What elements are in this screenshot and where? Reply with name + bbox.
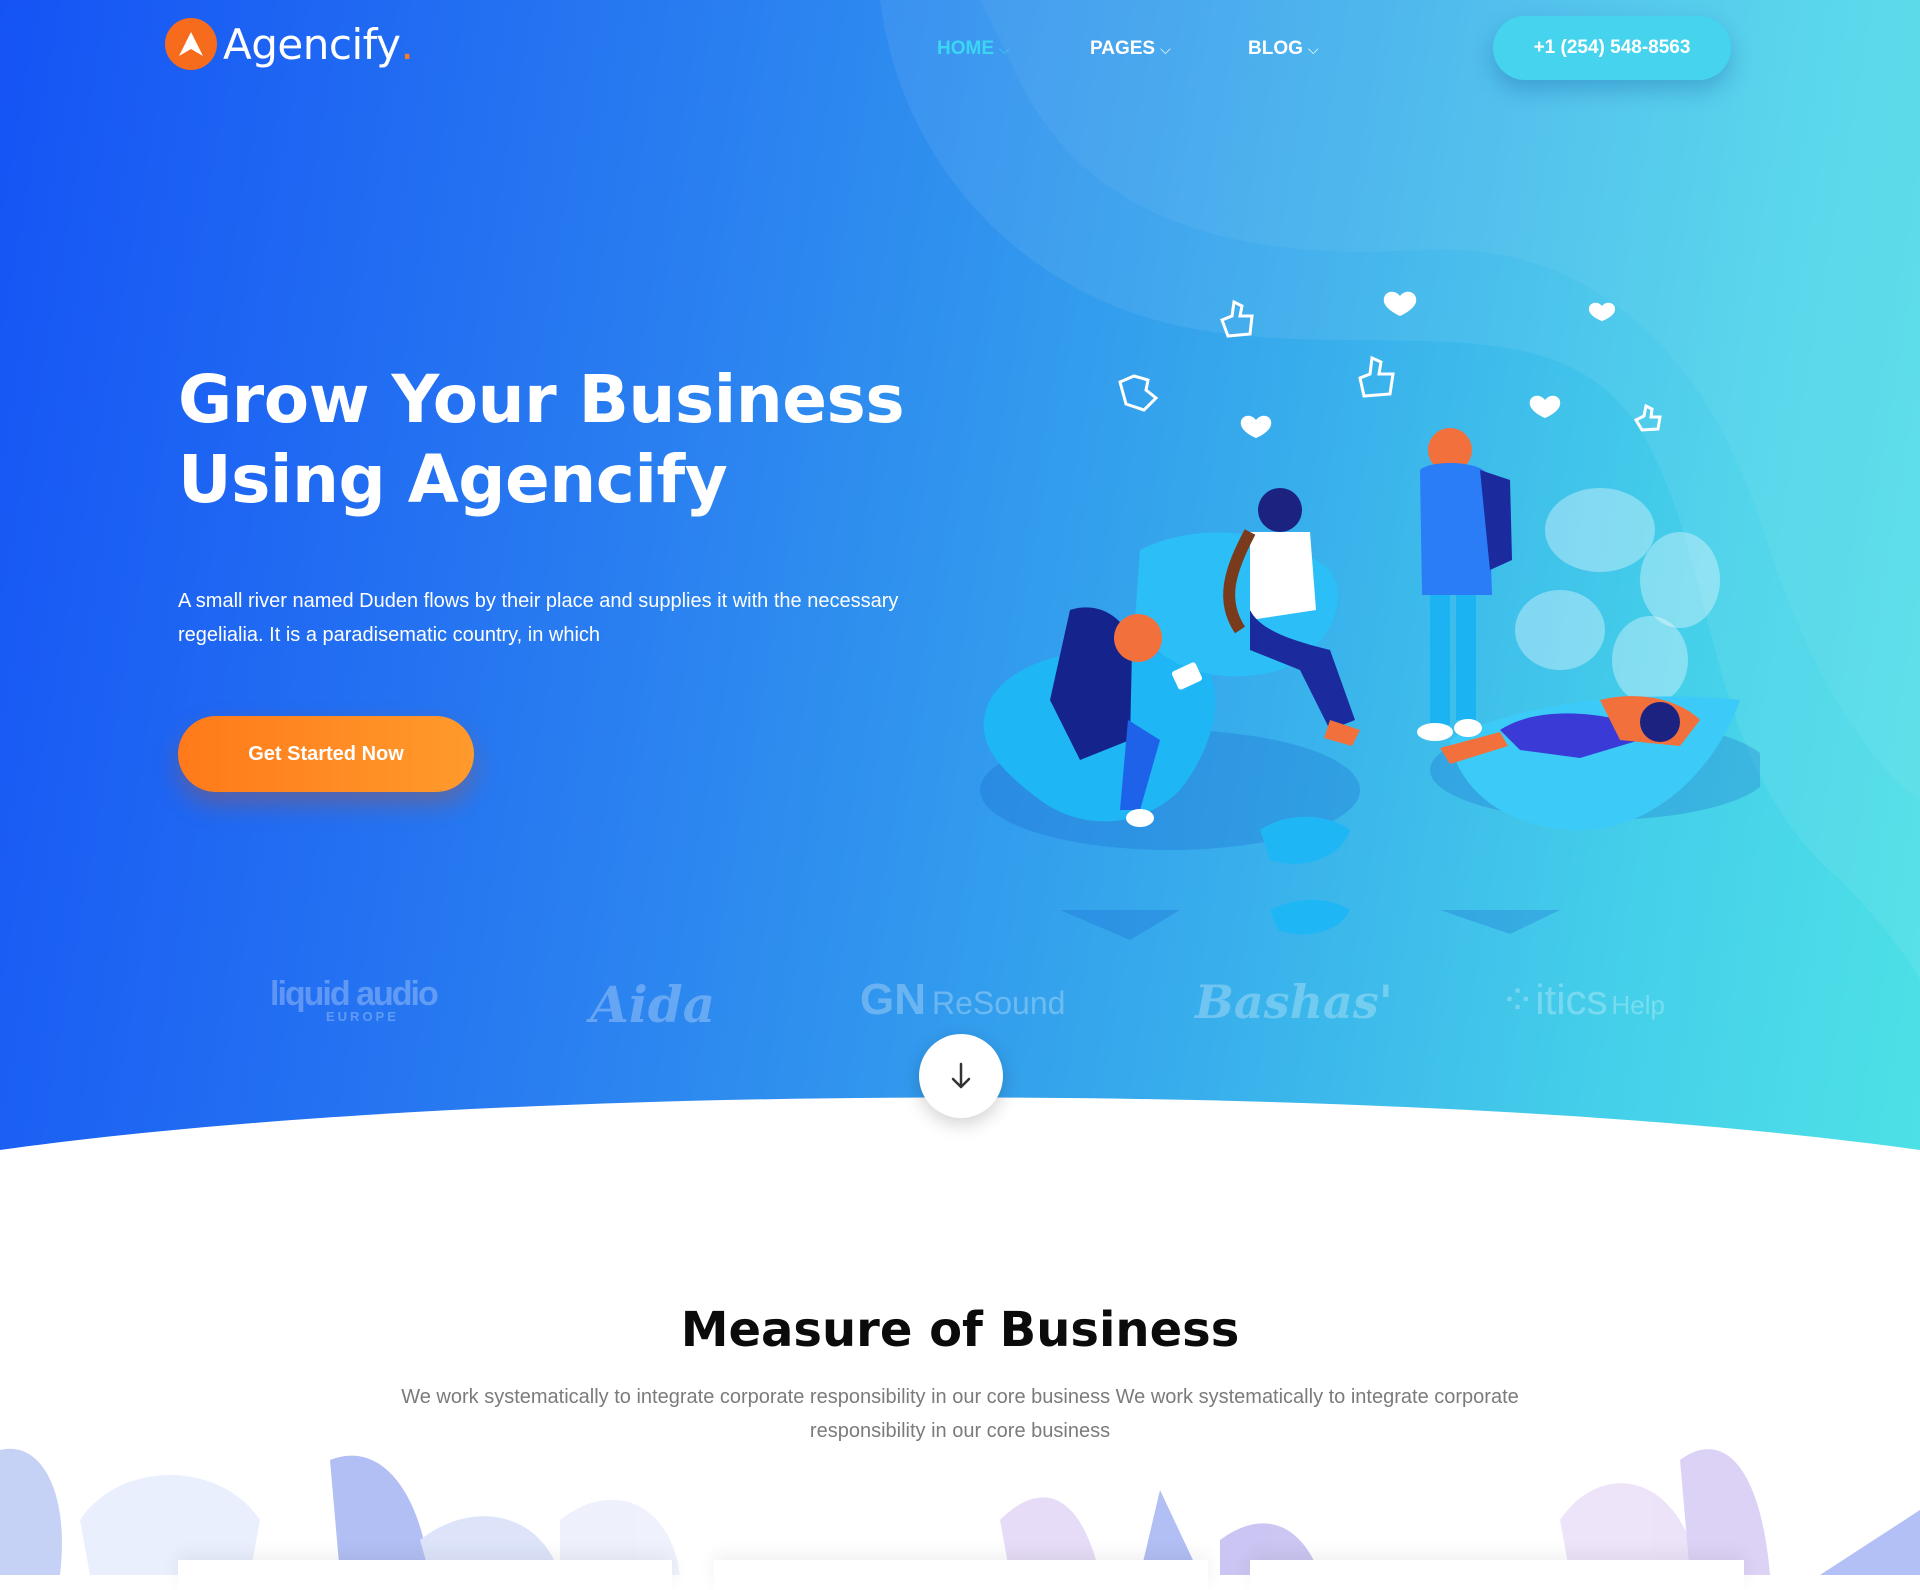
hero-title-line1: Grow Your Business: [178, 361, 905, 438]
hero-section: Agencify. HOME ⌵ PAGES ⌵ BLOG ⌵ +1 (254) 54…: [0, 0, 1920, 1160]
nav-item-pages[interactable]: PAGES ⌵: [1090, 38, 1171, 60]
partner-logo-bashas: Bashas': [1195, 975, 1393, 1029]
hero-title-line2: Using Agencify: [178, 441, 728, 518]
nav-item-label: HOME: [937, 38, 994, 59]
nav-item-blog[interactable]: BLOG ⌵: [1248, 38, 1319, 60]
partner-name: Help: [1611, 990, 1666, 1020]
partner-subtitle: EUROPE: [326, 1009, 399, 1024]
partner-name: ReSound: [932, 985, 1066, 1021]
decorative-leaves: [0, 1448, 1920, 1575]
nav-item-home[interactable]: HOME ⌵: [937, 38, 1010, 60]
plant-icon: [1515, 488, 1720, 704]
chevron-down-icon: ⌵: [999, 41, 1010, 57]
thumbs-up-icon: [1118, 299, 1662, 432]
hero-illustration: [980, 291, 1760, 940]
arrow-down-icon: [951, 1062, 971, 1089]
nav-item-label: BLOG: [1248, 38, 1303, 59]
feature-card: [714, 1560, 1208, 1590]
partner-logo-gn-resound: GN ReSound: [860, 975, 1065, 1025]
partner-logo-itics-help: ⁘itics Help: [1500, 975, 1665, 1024]
hero-description: A small river named Duden flows by their…: [178, 590, 899, 646]
brand-name: Agencify: [223, 19, 401, 69]
feature-card: [178, 1560, 672, 1590]
hero-title: Grow Your Business Using Agencify: [178, 360, 978, 520]
chevron-down-icon: ⌵: [1160, 41, 1171, 57]
a-triangle-icon: [165, 18, 217, 70]
phone-button[interactable]: +1 (254) 548-8563: [1493, 16, 1731, 80]
feature-card: [1250, 1560, 1744, 1590]
nav-item-label: PAGES: [1090, 38, 1156, 59]
partner-name: ⁘itics: [1500, 976, 1608, 1023]
section-title: Measure of Business: [680, 1302, 1240, 1358]
partner-name: GN: [860, 975, 926, 1024]
get-started-button[interactable]: Get Started Now: [178, 716, 474, 792]
brand-dot: .: [400, 19, 414, 69]
partner-name: liquid audio: [270, 975, 439, 1013]
scroll-down-button[interactable]: [919, 1034, 1003, 1118]
partner-logo-liquid-audio: liquid audio EUROPE: [270, 975, 439, 1024]
chevron-down-icon: ⌵: [1307, 41, 1319, 57]
partner-logo-aida: Aida: [590, 975, 716, 1034]
brand-logo[interactable]: Agencify.: [165, 18, 414, 70]
heart-icon: [1240, 291, 1616, 438]
person-icon: [1417, 428, 1512, 741]
